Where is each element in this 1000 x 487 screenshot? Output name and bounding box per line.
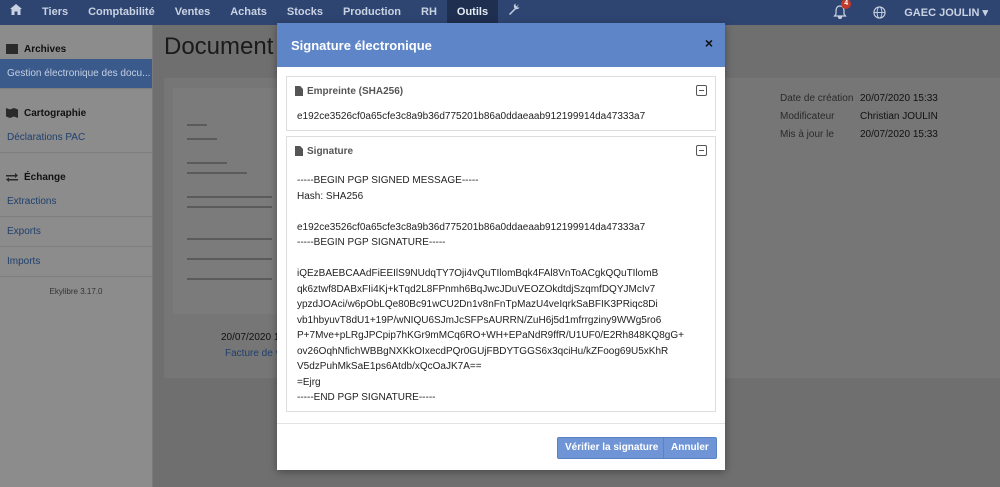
nav-rh[interactable]: RH	[411, 0, 447, 25]
collapse-icon[interactable]	[696, 85, 707, 96]
sidebar-section-archives: Archives	[0, 39, 152, 59]
meta-row: Modificateur Christian JOULIN	[780, 111, 938, 129]
top-navbar: Tiers Comptabilité Ventes Achats Stocks …	[0, 0, 1000, 25]
nav-stocks[interactable]: Stocks	[277, 0, 333, 25]
sidebar: Archives Gestion électronique des docu..…	[0, 25, 153, 487]
page-title: Document :	[164, 33, 287, 60]
cancel-button[interactable]: Annuler	[663, 437, 717, 459]
document-metadata: Date de création 20/07/2020 15:33 Modifi…	[780, 93, 938, 147]
nav-production[interactable]: Production	[333, 0, 411, 25]
modal-footer: Vérifier la signature Annuler	[277, 423, 725, 470]
fingerprint-panel: Empreinte (SHA256) e192ce3526cf0a65cfe3c…	[286, 76, 716, 131]
thumbnail-link[interactable]: Facture de v	[225, 348, 281, 359]
meta-row: Mis à jour le 20/07/2020 15:33	[780, 129, 938, 147]
sidebar-section-echange: Échange	[0, 167, 152, 187]
app-version: Ekylibre 3.17.0	[49, 287, 103, 296]
exchange-icon	[6, 172, 18, 182]
notifications-button[interactable]: 4	[833, 0, 852, 21]
signature-panel: Signature -----BEGIN PGP SIGNED MESSAGE-…	[286, 136, 716, 412]
nav-ventes[interactable]: Ventes	[165, 0, 220, 25]
verify-signature-button[interactable]: Vérifier la signature	[557, 437, 667, 459]
collapse-icon[interactable]	[696, 145, 707, 156]
settings-link[interactable]	[498, 0, 530, 25]
meta-value: Christian JOULIN	[860, 111, 938, 122]
fingerprint-panel-header: Empreinte (SHA256)	[287, 77, 715, 105]
signature-title: Signature	[307, 145, 354, 157]
nav-comptabilite[interactable]: Comptabilité	[78, 0, 165, 25]
file-icon	[295, 146, 303, 156]
nav-outils[interactable]: Outils	[446, 0, 499, 25]
home-icon	[10, 4, 22, 15]
notification-badge: 4	[841, 0, 852, 9]
sidebar-section-title: Archives	[24, 43, 67, 55]
modal-title: Signature électronique	[291, 37, 432, 53]
fingerprint-value: e192ce3526cf0a65cfe3c8a9b36d775201b86a0d…	[297, 111, 646, 122]
meta-label: Date de création	[780, 93, 854, 104]
meta-label: Mis à jour le	[780, 129, 834, 140]
home-link[interactable]	[0, 0, 32, 25]
globe-icon[interactable]	[873, 6, 886, 19]
document-thumbnail[interactable]	[173, 88, 288, 314]
wrench-icon	[509, 3, 520, 15]
sidebar-section-cartographie: Cartographie	[0, 103, 152, 123]
nav-tiers[interactable]: Tiers	[32, 0, 78, 25]
sidebar-section-title: Échange	[24, 171, 66, 183]
meta-value: 20/07/2020 15:33	[860, 93, 938, 104]
archive-icon	[6, 44, 18, 54]
sidebar-item-exports[interactable]: Exports	[0, 217, 152, 247]
sidebar-item-ged[interactable]: Gestion électronique des docu...	[0, 59, 152, 89]
meta-label: Modificateur	[780, 111, 835, 122]
close-icon[interactable]: ×	[705, 35, 713, 51]
sidebar-item-extractions[interactable]: Extractions	[0, 187, 152, 217]
sidebar-section-title: Cartographie	[24, 107, 87, 119]
sidebar-item-imports[interactable]: Imports	[0, 247, 152, 277]
meta-value: 20/07/2020 15:33	[860, 129, 938, 140]
map-icon	[6, 108, 18, 118]
meta-row: Date de création 20/07/2020 15:33	[780, 93, 938, 111]
sidebar-item-declarations-pac[interactable]: Déclarations PAC	[0, 123, 152, 153]
signature-modal: Signature électronique × Empreinte (SHA2…	[277, 23, 725, 470]
modal-header: Signature électronique ×	[277, 23, 725, 67]
user-menu[interactable]: GAEC JOULIN ▾	[904, 6, 988, 19]
signature-panel-header: Signature	[287, 137, 715, 165]
signature-text: -----BEGIN PGP SIGNED MESSAGE----- Hash:…	[297, 175, 684, 403]
nav-achats[interactable]: Achats	[220, 0, 277, 25]
fingerprint-title: Empreinte (SHA256)	[307, 85, 404, 97]
file-icon	[295, 86, 303, 96]
thumbnail-date: 20/07/2020 1	[221, 332, 280, 343]
